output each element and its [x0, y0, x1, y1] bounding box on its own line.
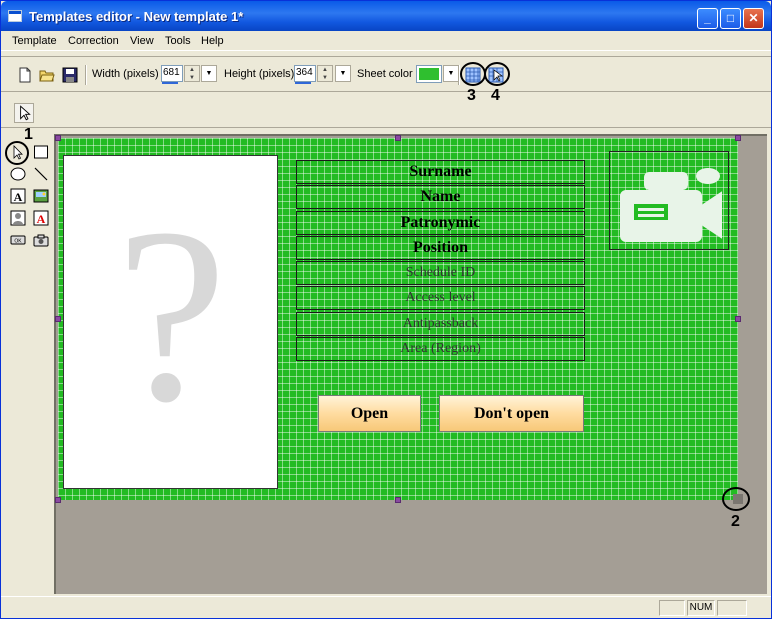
select-pointer-icon[interactable] [10, 145, 26, 161]
height-spinner[interactable]: ▲ ▼ [317, 65, 333, 82]
menu-bar: Template Correction View Tools Help [1, 32, 771, 51]
object-toolbar [1, 98, 771, 128]
maximize-button[interactable]: □ [720, 8, 741, 29]
selection-handle[interactable] [55, 497, 61, 503]
button-tool-icon[interactable]: OK [10, 232, 26, 248]
ellipse-tool-icon[interactable] [10, 166, 26, 182]
photo-placeholder[interactable]: ? [63, 155, 278, 489]
field-name[interactable]: Name [296, 185, 585, 209]
width-label: Width (pixels) [92, 68, 159, 80]
svg-text:OK: OK [14, 239, 22, 245]
status-bar: NUM [1, 596, 771, 618]
save-disk-icon[interactable] [62, 67, 78, 83]
field-position[interactable]: Position [296, 236, 585, 260]
field-area-region[interactable]: Area (Region) [296, 337, 585, 361]
width-dropdown-button[interactable]: ▼ [201, 65, 217, 82]
pointer-tool-button[interactable] [14, 103, 34, 123]
annotation-circle-4 [484, 62, 510, 86]
selection-handle[interactable] [55, 135, 61, 141]
menu-help[interactable]: Help [201, 35, 224, 47]
window-title: Templates editor - New template 1* [29, 9, 244, 24]
video-camera-icon [620, 168, 722, 242]
selection-handle[interactable] [55, 316, 61, 322]
open-button[interactable]: Open [318, 395, 421, 432]
height-dropdown-button[interactable]: ▼ [335, 65, 351, 82]
rectangle-tool-icon[interactable] [33, 144, 49, 160]
sheet-color-swatch[interactable] [416, 65, 442, 83]
new-document-icon[interactable] [17, 67, 33, 83]
pointer-arrow-icon [20, 105, 31, 121]
toolbar-separator [85, 65, 87, 85]
element-palette: 1 A A OK [5, 126, 53, 594]
minimize-button[interactable]: _ [697, 8, 718, 29]
field-text-tool-icon[interactable]: A [33, 210, 49, 226]
camera-tool-icon[interactable] [33, 232, 49, 248]
annotation-circle-2 [722, 487, 750, 511]
app-window-icon [8, 10, 22, 22]
sheet-color-label: Sheet color [357, 68, 413, 80]
field-surname[interactable]: Surname [296, 160, 585, 184]
menu-view[interactable]: View [130, 35, 154, 47]
annotation-number-2: 2 [731, 513, 740, 530]
text-tool-icon[interactable]: A [10, 188, 26, 204]
status-panel-empty [659, 600, 685, 616]
width-spinner[interactable]: ▲ ▼ [184, 65, 200, 82]
open-folder-icon[interactable] [39, 67, 55, 83]
selection-handle[interactable] [735, 135, 741, 141]
menu-tools[interactable]: Tools [165, 35, 191, 47]
height-input[interactable]: 364 [294, 65, 316, 84]
close-button[interactable]: ✕ [743, 8, 764, 29]
camera-image-element[interactable] [609, 151, 729, 250]
line-tool-icon[interactable] [33, 166, 49, 182]
sheet-color-fill [419, 68, 439, 80]
annotation-number-1: 1 [24, 126, 33, 143]
status-panel-empty [717, 600, 747, 616]
field-schedule-id[interactable]: Schedule ID [296, 261, 585, 285]
status-num-indicator: NUM [687, 600, 715, 616]
image-tool-icon[interactable] [33, 188, 49, 204]
annotation-circle-3 [460, 62, 486, 86]
menu-template[interactable]: Template [12, 35, 57, 47]
question-mark-glyph: ? [116, 177, 227, 454]
title-bar[interactable]: Templates editor - New template 1* _ □ ✕ [1, 1, 771, 31]
main-toolbar: Width (pixels) 681 ▲ ▼ ▼ Height (pixels) … [1, 56, 771, 92]
template-sheet[interactable]: ? Surname Name Patronymic Position Sched… [55, 135, 741, 503]
selection-handle[interactable] [395, 497, 401, 503]
menu-correction[interactable]: Correction [68, 35, 119, 47]
height-label: Height (pixels) [224, 68, 295, 80]
dont-open-button[interactable]: Don't open [439, 395, 584, 432]
width-input[interactable]: 681 [161, 65, 183, 84]
photo-tool-icon[interactable] [10, 210, 26, 226]
field-antipassback[interactable]: Antipassback [296, 312, 585, 336]
field-patronymic[interactable]: Patronymic [296, 211, 585, 235]
field-access-level[interactable]: Access level [296, 286, 585, 310]
design-workspace[interactable]: ? Surname Name Patronymic Position Sched… [54, 134, 767, 594]
svg-text:A: A [37, 212, 46, 226]
sheet-color-dropdown-button[interactable]: ▼ [443, 65, 459, 82]
templates-editor-window: Templates editor - New template 1* _ □ ✕… [0, 0, 772, 619]
selection-handle[interactable] [395, 135, 401, 141]
selection-handle[interactable] [735, 316, 741, 322]
svg-text:A: A [14, 190, 23, 204]
